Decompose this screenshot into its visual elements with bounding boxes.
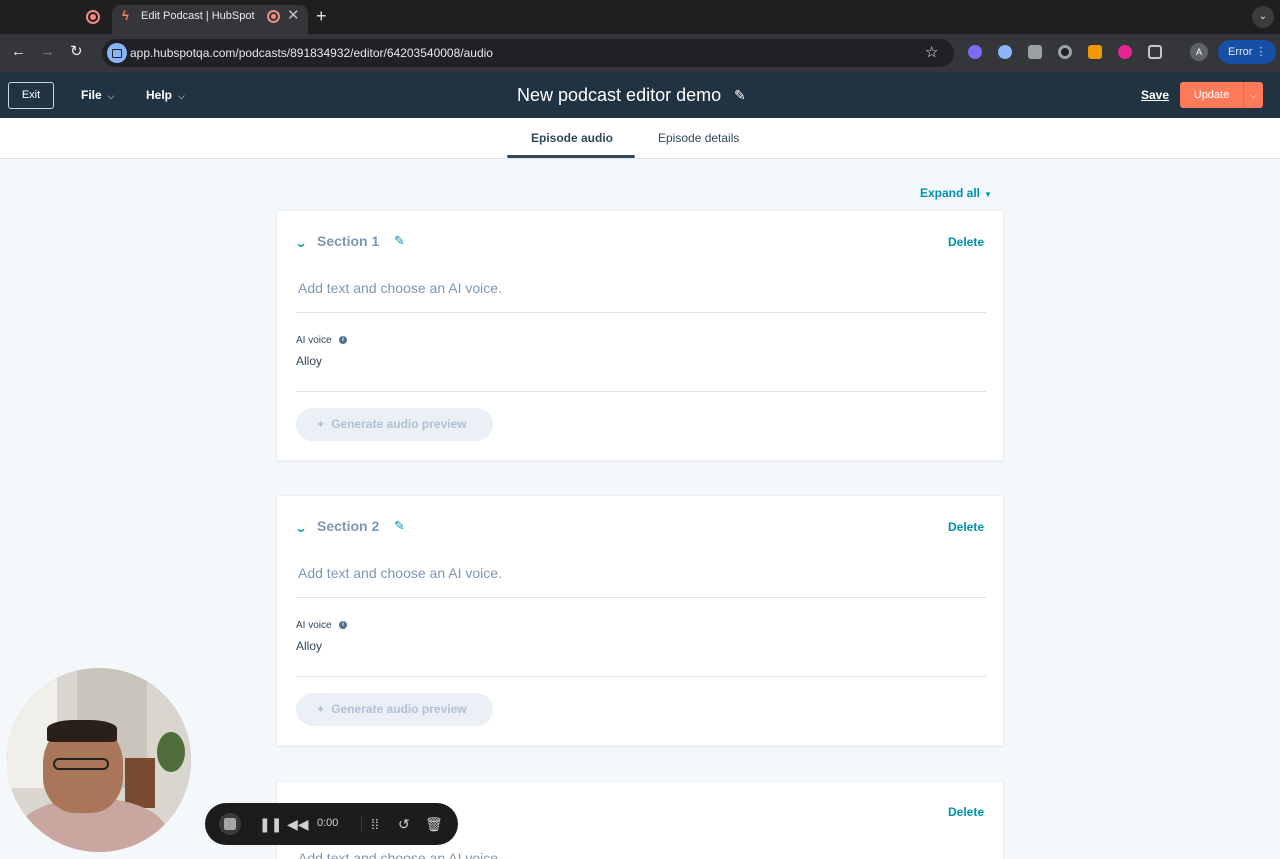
stop-recording-button[interactable] (219, 813, 241, 835)
browser-tab-strip: ϟ Edit Podcast | HubSpot ✕ + ⌄ (0, 0, 1280, 34)
error-label: Error (1228, 46, 1253, 58)
browser-error-button[interactable]: Error ⋮ (1218, 40, 1276, 64)
recording-timer: 0:00 (317, 817, 339, 829)
divider (296, 312, 986, 313)
exit-button[interactable]: Exit (8, 82, 54, 109)
section-title: Section 2 (317, 518, 380, 534)
hubspot-favicon-icon: ϟ (122, 8, 129, 23)
tab-episode-details[interactable]: Episode details (658, 131, 739, 145)
section-title: Section 1 (317, 233, 380, 249)
site-info-icon[interactable] (107, 43, 127, 63)
address-bar[interactable]: app.hubspotqa.com/podcasts/891834932/edi… (102, 39, 954, 67)
editor-header: Exit File ⌵ Help ⌵ New podcast editor demo… (0, 72, 1280, 118)
new-tab-button[interactable]: + (316, 7, 327, 25)
delete-section-button[interactable]: Delete (948, 805, 984, 819)
collapse-chevron-icon[interactable]: ⌄ (294, 521, 307, 535)
edit-section-icon[interactable]: ✎ (394, 518, 405, 534)
extension-icon[interactable] (1088, 45, 1102, 59)
help-menu-label: Help (146, 88, 173, 102)
editor-tabs: Episode audio Episode details (0, 118, 1280, 159)
webcam-shelf (125, 758, 155, 808)
help-menu[interactable]: Help ⌵ (146, 88, 185, 102)
back-icon[interactable]: ← (11, 43, 26, 61)
tab-title[interactable]: Edit Podcast | HubSpot (141, 10, 255, 22)
info-icon[interactable]: i (339, 336, 347, 344)
ai-voice-label: AI voice (296, 620, 332, 631)
section-text-input[interactable]: Add text and choose an AI voice. (298, 565, 502, 581)
webcam-plant (157, 732, 185, 772)
generate-audio-preview-label: Generate audio preview (331, 417, 467, 431)
pause-icon[interactable]: ❚❚ (259, 815, 282, 833)
section-card: ⌄ Section 1 ✎ Delete Add text and choose… (276, 210, 1004, 461)
tab-recording-icon (267, 10, 280, 23)
expand-all-button[interactable]: Expand all ▼ (920, 186, 992, 200)
chevron-down-icon: ⌵ (107, 91, 115, 101)
ai-voice-select[interactable]: Alloy (296, 639, 322, 653)
save-button[interactable]: Save (1141, 88, 1169, 102)
expand-all-label: Expand all (920, 186, 981, 200)
collapse-chevron-icon[interactable]: ⌄ (294, 236, 307, 250)
tab-episode-audio[interactable]: Episode audio (531, 131, 613, 145)
file-menu[interactable]: File ⌵ (81, 88, 115, 102)
section-text-input[interactable]: Add text and choose an AI voice. (298, 280, 502, 296)
edit-title-icon[interactable]: ✎ (734, 87, 746, 104)
generate-audio-preview-button[interactable]: ✦ Generate audio preview (296, 693, 493, 726)
recording-controls: ❚❚ ◀◀ 0:00 ⁞⁞ ↺ 🗑 (205, 803, 458, 845)
webcam-person-glasses (53, 758, 109, 770)
edit-section-icon[interactable]: ✎ (394, 233, 405, 249)
restart-icon[interactable]: ↺ (398, 815, 410, 833)
chevron-down-icon: ⌵ (178, 91, 185, 101)
webcam-person-hair (47, 720, 117, 742)
extensions-puzzle-icon[interactable] (1148, 45, 1162, 59)
update-button[interactable]: Update (1180, 82, 1243, 108)
generate-audio-preview-button[interactable]: ✦ Generate audio preview (296, 408, 493, 441)
webcam-bubble[interactable] (7, 668, 191, 852)
ai-voice-label: AI voice (296, 335, 332, 346)
tab-search-icon[interactable]: ⌄ (1252, 6, 1274, 28)
extension-icon[interactable] (968, 45, 982, 59)
divider (361, 815, 362, 833)
url-text[interactable]: app.hubspotqa.com/podcasts/891834932/edi… (130, 46, 493, 60)
recording-tab-icon[interactable] (86, 10, 100, 24)
extension-icon[interactable] (998, 45, 1012, 59)
caret-down-icon: ▼ (984, 190, 992, 199)
generate-audio-preview-label: Generate audio preview (331, 702, 467, 716)
divider (296, 391, 986, 392)
extension-icon[interactable] (1118, 45, 1132, 59)
info-icon[interactable]: i (339, 621, 347, 629)
active-tab-indicator (507, 155, 635, 158)
update-dropdown-icon[interactable]: ⌵ (1243, 82, 1263, 108)
section-text-input[interactable]: Add text and choose an AI voice. (298, 850, 502, 859)
page-title: New podcast editor demo (517, 85, 722, 105)
reload-icon[interactable]: ↻ (70, 43, 83, 61)
delete-section-button[interactable]: Delete (948, 520, 984, 534)
file-menu-label: File (81, 88, 102, 102)
sparkle-icon: ✦ (316, 704, 326, 716)
trash-icon[interactable]: 🗑 (425, 815, 443, 833)
bookmark-star-icon[interactable]: ☆ (925, 43, 938, 61)
divider (296, 676, 986, 677)
sparkle-icon: ✦ (316, 419, 326, 431)
extension-icon[interactable] (1058, 45, 1072, 59)
tab-close-icon[interactable]: ✕ (287, 8, 300, 24)
section-card: ⌄ Section 2 ✎ Delete Add text and choose… (276, 495, 1004, 746)
delete-section-button[interactable]: Delete (948, 235, 984, 249)
forward-icon[interactable]: → (40, 43, 55, 61)
profile-avatar[interactable]: A (1190, 43, 1208, 61)
grid-icon[interactable]: ⁞⁞ (371, 815, 379, 833)
rewind-icon[interactable]: ◀◀ (287, 815, 309, 833)
divider (296, 597, 986, 598)
extension-icon[interactable] (1028, 45, 1042, 59)
ai-voice-select[interactable]: Alloy (296, 354, 322, 368)
